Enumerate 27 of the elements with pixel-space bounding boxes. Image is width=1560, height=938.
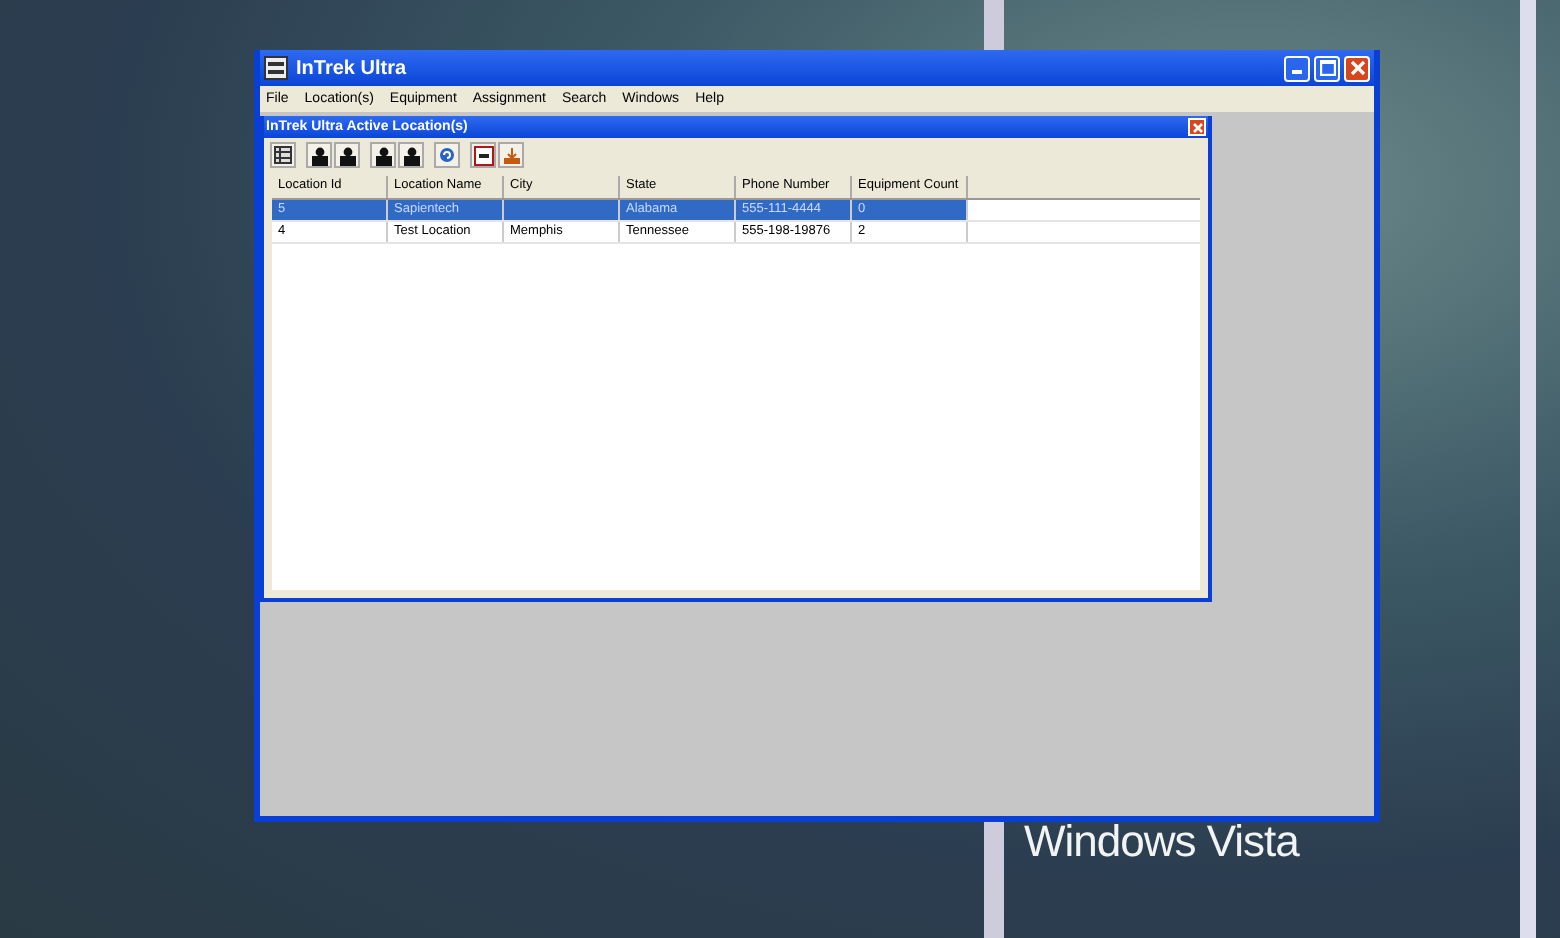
figure-button[interactable] <box>398 142 424 168</box>
close-button[interactable] <box>1188 118 1206 136</box>
figure-icon <box>401 145 421 165</box>
export-button[interactable] <box>498 142 524 168</box>
figure-button[interactable] <box>306 142 332 168</box>
tray-icon <box>501 145 521 165</box>
figure-icon <box>337 145 357 165</box>
grid-icon <box>274 146 292 164</box>
branding-text: Windows Vista <box>1024 816 1299 868</box>
grid-button[interactable] <box>270 142 296 168</box>
app-icon <box>264 56 288 80</box>
table-cell <box>504 200 620 220</box>
figure-button[interactable] <box>370 142 396 168</box>
maximize-icon <box>1319 60 1335 76</box>
remove-button[interactable] <box>470 142 496 168</box>
maximize-button[interactable] <box>1314 55 1340 81</box>
figure-icon <box>309 145 329 165</box>
refresh-icon <box>438 146 456 164</box>
close-button[interactable] <box>1344 55 1370 81</box>
close-icon <box>1191 121 1203 133</box>
figure-button[interactable] <box>334 142 360 168</box>
minus-box-icon <box>473 145 493 165</box>
window-title: InTrek Ultra <box>296 57 409 79</box>
minimize-button[interactable] <box>1284 55 1310 81</box>
close-icon <box>1349 60 1365 76</box>
refresh-button[interactable] <box>434 142 460 168</box>
figure-icon <box>373 145 393 165</box>
